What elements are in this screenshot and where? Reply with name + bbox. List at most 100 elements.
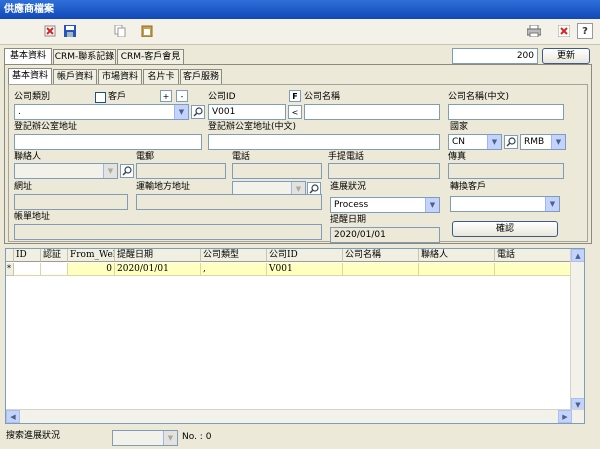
company-name-input[interactable]	[304, 104, 440, 120]
toolbar: ?	[0, 19, 600, 45]
chevron-down-icon: ▼	[551, 135, 565, 149]
website-label: 網址	[14, 182, 33, 192]
vertical-scrollbar[interactable]: ▲ ▼	[570, 249, 584, 411]
search-progress-select[interactable]: ▼	[112, 430, 178, 446]
cell-id[interactable]	[14, 263, 41, 276]
row-header-corner	[6, 249, 14, 262]
search-progress-label: 搜索進展狀況	[6, 431, 61, 441]
tab-customer-service[interactable]: 客戶服務	[180, 69, 222, 85]
column-header-company-id[interactable]: 公司ID	[267, 249, 343, 262]
scroll-up-icon[interactable]: ▲	[571, 249, 584, 262]
refresh-button[interactable]: 更新	[542, 48, 590, 64]
phone-input[interactable]	[232, 163, 322, 179]
cell-cert[interactable]	[41, 263, 68, 276]
close-icon[interactable]	[556, 23, 572, 39]
column-header-type[interactable]: 公司類型	[201, 249, 267, 262]
company-name-label: 公司名稱	[304, 92, 341, 102]
tab-crm-contact-log[interactable]: CRM-聯系記錄	[53, 49, 116, 65]
status-bar: 搜索進展狀況 ▼ No. : 0	[0, 425, 600, 449]
company-name-cn-label: 公司名稱(中文)	[448, 92, 510, 102]
email-input[interactable]	[136, 163, 226, 179]
row-marker[interactable]: *	[6, 263, 14, 276]
cell-from-web[interactable]: 0	[68, 263, 115, 276]
progress-label: 進展狀況	[330, 182, 367, 192]
search-icon[interactable]	[191, 105, 205, 119]
column-header-cert[interactable]: 認証	[41, 249, 68, 262]
scroll-left-icon[interactable]: ◀	[6, 410, 20, 423]
cell-contact[interactable]	[419, 263, 495, 276]
customer-checkbox[interactable]	[95, 92, 106, 103]
column-header-id[interactable]: ID	[14, 249, 41, 262]
column-header-contact[interactable]: 聯絡人	[419, 249, 495, 262]
reg-address-cn-input[interactable]	[208, 134, 440, 150]
billing-address-label: 帳單地址	[14, 212, 51, 222]
scroll-right-icon[interactable]: ▶	[558, 410, 572, 423]
progress-select[interactable]: Process ▼	[330, 197, 440, 213]
company-type-label: 公司類別	[14, 92, 51, 102]
customer-check-label: 客戶	[108, 92, 127, 102]
copy-icon[interactable]	[112, 23, 128, 39]
country-value: CN	[452, 137, 466, 147]
print-icon[interactable]	[526, 23, 542, 39]
search-icon[interactable]	[120, 164, 134, 178]
column-header-phone[interactable]: 電話	[495, 249, 571, 262]
company-id-input[interactable]: V001	[208, 104, 286, 120]
tab-account-info[interactable]: 帳戶資料	[53, 69, 97, 85]
chevron-down-icon: ▼	[103, 164, 117, 178]
currency-value: RMB	[524, 137, 545, 147]
fax-input[interactable]	[448, 163, 564, 179]
convert-customer-select[interactable]: ▼	[450, 196, 560, 212]
currency-select[interactable]: RMB ▼	[520, 134, 566, 150]
country-select[interactable]: CN ▼	[448, 134, 502, 150]
chevron-down-icon: ▼	[545, 197, 559, 211]
cell-phone[interactable]	[495, 263, 571, 276]
save-icon[interactable]	[62, 23, 78, 39]
cell-company-id[interactable]: V001	[267, 263, 343, 276]
records-grid: ID 認証 From_Web 提醒日期 公司類型 公司ID 公司名稱 聯絡人 電…	[5, 248, 585, 424]
column-header-from-web[interactable]: From_Web	[68, 249, 115, 262]
cell-type[interactable]: ,	[201, 263, 267, 276]
add-type-button[interactable]: +	[160, 90, 172, 102]
progress-value: Process	[334, 200, 369, 210]
window-title: 供應商檔案	[0, 0, 600, 19]
chevron-down-icon: ▼	[425, 198, 439, 212]
reminder-date-input[interactable]: 2020/01/01	[330, 227, 440, 243]
confirm-button[interactable]: 確認	[452, 221, 558, 237]
remove-type-button[interactable]: -	[176, 90, 188, 102]
shipping-address-input[interactable]	[136, 194, 322, 210]
reg-address-label: 登記辦公室地址	[14, 122, 78, 132]
f-button[interactable]: F	[289, 90, 301, 102]
contact-label: 聯絡人	[14, 152, 42, 162]
tab-crm-meetings[interactable]: CRM-客戶會見	[117, 49, 184, 65]
fax-label: 傳真	[448, 152, 467, 162]
phone-label: 電話	[232, 152, 251, 162]
billing-address-input[interactable]	[14, 224, 322, 240]
tab-inner-basic-info[interactable]: 基本資料	[8, 68, 52, 85]
reg-address-input[interactable]	[14, 134, 202, 150]
cell-reminder[interactable]: 2020/01/01	[115, 263, 201, 276]
email-label: 電郵	[136, 152, 155, 162]
tab-business-card[interactable]: 名片卡	[143, 69, 179, 85]
website-input[interactable]	[14, 194, 128, 210]
tab-market-info[interactable]: 市場資料	[98, 69, 142, 85]
paste-icon[interactable]	[139, 23, 155, 39]
tab-basic-info[interactable]: 基本資料	[4, 48, 52, 65]
record-count-field[interactable]: 200	[452, 48, 538, 64]
help-icon[interactable]: ?	[577, 23, 593, 39]
delete-icon[interactable]	[42, 23, 58, 39]
mobile-input[interactable]	[328, 163, 440, 179]
chevron-down-icon: ▼	[163, 431, 177, 445]
country-label: 國家	[450, 122, 469, 132]
column-header-company-name[interactable]: 公司名稱	[343, 249, 419, 262]
company-id-label: 公司ID	[208, 92, 236, 102]
mobile-label: 手提電話	[328, 152, 365, 162]
contact-select[interactable]: ▼	[14, 163, 118, 179]
search-icon[interactable]	[504, 135, 518, 149]
cell-company-name[interactable]	[343, 263, 419, 276]
company-type-select[interactable]: . ▼	[14, 104, 189, 120]
company-name-cn-input[interactable]	[448, 104, 564, 120]
horizontal-scrollbar[interactable]: ◀ ▶	[6, 409, 584, 423]
reg-address-cn-label: 登記辦公室地址(中文)	[208, 122, 297, 132]
arrow-back-button[interactable]: <	[288, 105, 302, 119]
column-header-reminder[interactable]: 提醒日期	[115, 249, 201, 262]
